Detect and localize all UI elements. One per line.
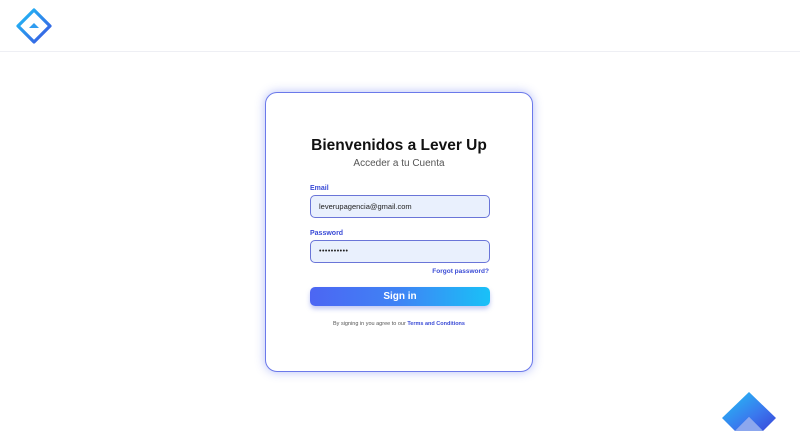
page-title: Bienvenidos a Lever Up	[311, 137, 487, 154]
terms-text: By signing in you agree to our Terms and…	[266, 321, 532, 327]
page-subtitle: Acceder a tu Cuenta	[353, 158, 445, 169]
terms-link[interactable]: Terms and Conditions	[407, 321, 465, 327]
email-label: Email	[310, 185, 329, 192]
lever-up-logo-icon[interactable]	[16, 8, 52, 44]
email-field[interactable]	[310, 195, 490, 218]
terms-prefix: By signing in you agree to our	[333, 321, 406, 327]
password-field[interactable]: ••••••••••	[310, 240, 490, 263]
top-bar	[0, 0, 800, 52]
sign-in-button[interactable]: Sign in	[310, 287, 490, 306]
password-label: Password	[310, 230, 344, 237]
login-card: Bienvenidos a Lever Up Acceder a tu Cuen…	[265, 92, 533, 372]
lever-up-mark-icon	[722, 392, 776, 431]
forgot-password-link[interactable]: Forgot password?	[432, 268, 489, 275]
